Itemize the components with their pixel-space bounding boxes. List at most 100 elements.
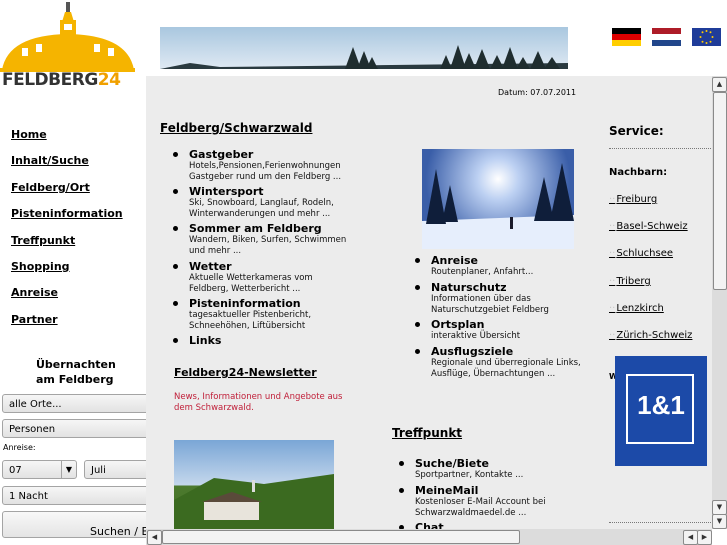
vertical-scrollbar[interactable]: ▲ ▼ ▼ <box>712 76 727 529</box>
item-title[interactable]: Ortsplan <box>431 318 590 331</box>
link-lenzkirch[interactable]: ··Lenzkirch <box>609 303 664 314</box>
list-item-chat[interactable]: Chat <box>399 521 579 529</box>
ad-logo-text: 1&1 <box>637 390 685 420</box>
list-item-sommer[interactable]: Sommer am Feldberg Wandern, Biken, Surfe… <box>173 222 353 256</box>
item-title[interactable]: Wetter <box>189 260 353 273</box>
neighbors-label: Nachbarn: <box>609 167 668 178</box>
list-item-anreise[interactable]: Anreise Routenplaner, Anfahrt... <box>415 254 590 278</box>
newsletter-heading[interactable]: Feldberg24-Newsletter <box>174 366 317 379</box>
summer-photo[interactable] <box>174 440 334 529</box>
persons-select[interactable]: Personen <box>2 419 152 438</box>
item-desc: Kostenloser E-Mail Account bei Schwarzwa… <box>415 497 546 518</box>
chevron-down-icon: ▼ <box>61 461 76 478</box>
location-select[interactable]: alle Orte... <box>2 394 152 413</box>
item-title[interactable]: Ausflugsziele <box>431 345 590 358</box>
nav-partner[interactable]: Partner <box>11 313 58 326</box>
bullet-icon <box>399 461 404 466</box>
feldberg-heading[interactable]: Feldberg/Schwarzwald <box>160 121 312 135</box>
bullet-icon <box>173 226 178 231</box>
item-title[interactable]: Pisteninformation <box>189 297 353 310</box>
logo-text-feldberg: FELDBERG <box>2 70 98 90</box>
search-button[interactable]: Suchen / B <box>2 511 152 538</box>
german-flag-icon[interactable] <box>612 28 641 46</box>
link-zuerich-schweiz[interactable]: ··Zürich-Schweiz <box>609 330 692 341</box>
link-text[interactable]: Basel-Schweiz <box>616 221 687 232</box>
nav-anreise[interactable]: Anreise <box>11 286 58 299</box>
nav-pisteninformation[interactable]: Pisteninformation <box>11 207 123 220</box>
list-item-ortsplan[interactable]: Ortsplan interaktive Übersicht <box>415 318 590 342</box>
scroll-thumb[interactable] <box>162 530 520 544</box>
scroll-left-icon[interactable]: ◀ <box>147 530 162 545</box>
item-title[interactable]: Links <box>189 334 353 347</box>
date-label: Datum: 07.07.2011 <box>498 88 577 97</box>
link-triberg[interactable]: ··Triberg <box>609 276 651 287</box>
item-desc: Hotels,Pensionen,Ferienwohnungen Gastgeb… <box>189 161 342 182</box>
item-title[interactable]: Sommer am Feldberg <box>189 222 353 235</box>
link-text[interactable]: Lenzkirch <box>616 303 663 314</box>
nav-shopping[interactable]: Shopping <box>11 260 70 273</box>
list-item-ausflugsziele[interactable]: Ausflugsziele Regionale und überregional… <box>415 345 590 379</box>
link-basel-schweiz[interactable]: ··Basel-Schweiz <box>609 221 688 232</box>
arrival-label: Anreise: <box>3 443 36 452</box>
item-title[interactable]: Gastgeber <box>189 148 353 161</box>
treffpunkt-heading[interactable]: Treffpunkt <box>392 426 462 440</box>
link-schluchsee[interactable]: ··Schluchsee <box>609 248 673 259</box>
bullet-icon <box>415 322 420 327</box>
item-desc: tagesaktueller Pistenbericht, Schneehöhe… <box>189 310 312 331</box>
bullet-icon <box>415 285 420 290</box>
item-title[interactable]: Suche/Biete <box>415 457 579 470</box>
nav-treffpunkt[interactable]: Treffpunkt <box>11 234 75 247</box>
item-desc: Aktuelle Wetterkameras vom Feldberg, Wet… <box>189 273 313 294</box>
day-select[interactable]: 07 ▼ <box>2 460 77 479</box>
scroll-thumb[interactable] <box>713 92 727 290</box>
newsletter-text: News, Informationen und Angebote aus dem… <box>174 392 343 413</box>
month-select[interactable]: Juli <box>84 460 152 479</box>
header-banner-image <box>160 27 568 69</box>
link-text[interactable]: Schluchsee <box>616 248 673 259</box>
nav-inhalt-suche[interactable]: Inhalt/Suche <box>11 154 89 167</box>
item-title[interactable]: MeineMail <box>415 484 579 497</box>
nav-home[interactable]: Home <box>11 128 47 141</box>
item-title[interactable]: Anreise <box>431 254 590 267</box>
link-text[interactable]: Triberg <box>616 276 650 287</box>
link-text[interactable]: Freiburg <box>616 194 657 205</box>
horizontal-scrollbar[interactable]: ◀ ◀ ▶ <box>146 529 712 545</box>
list-item-meinemail[interactable]: MeineMail Kostenloser E-Mail Account bei… <box>399 484 579 518</box>
list-item-suche-biete[interactable]: Suche/Biete Sportpartner, Kontakte ... <box>399 457 579 481</box>
bullet-icon <box>399 488 404 493</box>
nights-select[interactable]: 1 Nacht <box>2 486 152 505</box>
list-item-pisteninformation[interactable]: Pisteninformation tagesaktueller Pistenb… <box>173 297 353 331</box>
list-item-wintersport[interactable]: Wintersport Ski, Snowboard, Langlauf, Ro… <box>173 185 353 219</box>
item-desc: Wandern, Biken, Surfen, Schwimmen und me… <box>189 235 347 256</box>
link-text[interactable]: Zürich-Schweiz <box>616 330 692 341</box>
bullet-icon <box>173 152 178 157</box>
nav-feldberg-ort[interactable]: Feldberg/Ort <box>11 181 90 194</box>
item-title[interactable]: Wintersport <box>189 185 353 198</box>
bullet-icon <box>173 301 178 306</box>
winter-photo[interactable] <box>422 149 574 249</box>
bullet-icon <box>173 338 178 343</box>
item-title[interactable]: Chat <box>415 521 579 529</box>
dutch-flag-icon[interactable] <box>652 28 681 46</box>
link-freiburg[interactable]: ··Freiburg <box>609 194 657 205</box>
list-item-naturschutz[interactable]: Naturschutz Informationen über das Natur… <box>415 281 590 315</box>
service-title: Service: <box>609 124 664 138</box>
item-title[interactable]: Naturschutz <box>431 281 590 294</box>
scroll-left-icon[interactable]: ◀ <box>683 530 698 545</box>
list-item-gastgeber[interactable]: Gastgeber Hotels,Pensionen,Ferienwohnung… <box>173 148 353 182</box>
scroll-up-icon[interactable]: ▲ <box>712 77 727 92</box>
booking-title: Übernachten am Feldberg <box>36 358 116 386</box>
scroll-down-icon[interactable]: ▼ <box>712 500 727 515</box>
scroll-down-icon[interactable]: ▼ <box>712 514 727 529</box>
scroll-right-icon[interactable]: ▶ <box>697 530 712 545</box>
divider <box>609 148 712 149</box>
list-item-links[interactable]: Links <box>173 334 353 347</box>
logo-text: FELDBERG24 <box>2 70 121 90</box>
eu-flag-icon[interactable] <box>692 28 721 46</box>
bullet-icon <box>173 189 178 194</box>
bullet-icon <box>415 258 420 263</box>
list-item-wetter[interactable]: Wetter Aktuelle Wetterkameras vom Feldbe… <box>173 260 353 294</box>
item-desc: Informationen über das Naturschutzgebiet… <box>431 294 549 315</box>
logo-text-24: 24 <box>97 70 121 90</box>
advertisement-1und1[interactable]: 1&1 <box>615 356 707 466</box>
